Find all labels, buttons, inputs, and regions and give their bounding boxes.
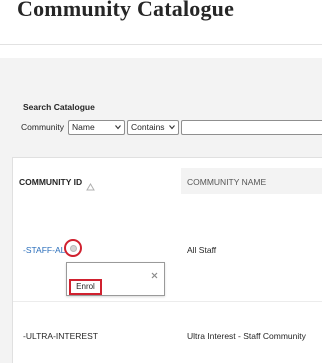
- community-name-cell: Ultra Interest - Staff Community: [187, 331, 306, 341]
- options-circle-icon: [70, 245, 77, 252]
- search-heading: Search Catalogue: [23, 102, 95, 112]
- community-id-link[interactable]: -STAFF-AL: [23, 245, 65, 255]
- page-header: Community Catalogue: [0, 0, 322, 44]
- page-title: Community Catalogue: [17, 0, 235, 21]
- row-divider: [13, 301, 322, 302]
- chevron-down-icon: [115, 124, 121, 130]
- search-operator-select[interactable]: Contains: [127, 120, 179, 135]
- community-id-cell: -ULTRA-INTEREST: [23, 331, 98, 341]
- search-field-select[interactable]: Name: [68, 120, 125, 135]
- header-divider: [0, 44, 322, 45]
- search-field-select-value: Name: [72, 122, 95, 132]
- enrol-button[interactable]: Enrol: [69, 279, 102, 295]
- close-icon[interactable]: [151, 266, 158, 279]
- column-header-community-id[interactable]: COMMUNITY ID: [19, 177, 82, 187]
- column-header-community-name[interactable]: COMMUNITY NAME: [187, 177, 266, 187]
- community-name-cell: All Staff: [187, 245, 217, 255]
- row-options-button[interactable]: [64, 239, 82, 257]
- search-input[interactable]: [181, 120, 322, 135]
- sort-ascending-icon[interactable]: [86, 178, 95, 191]
- chevron-down-icon: [169, 124, 175, 130]
- search-operator-select-value: Contains: [131, 122, 165, 132]
- community-field-label: Community: [21, 122, 64, 132]
